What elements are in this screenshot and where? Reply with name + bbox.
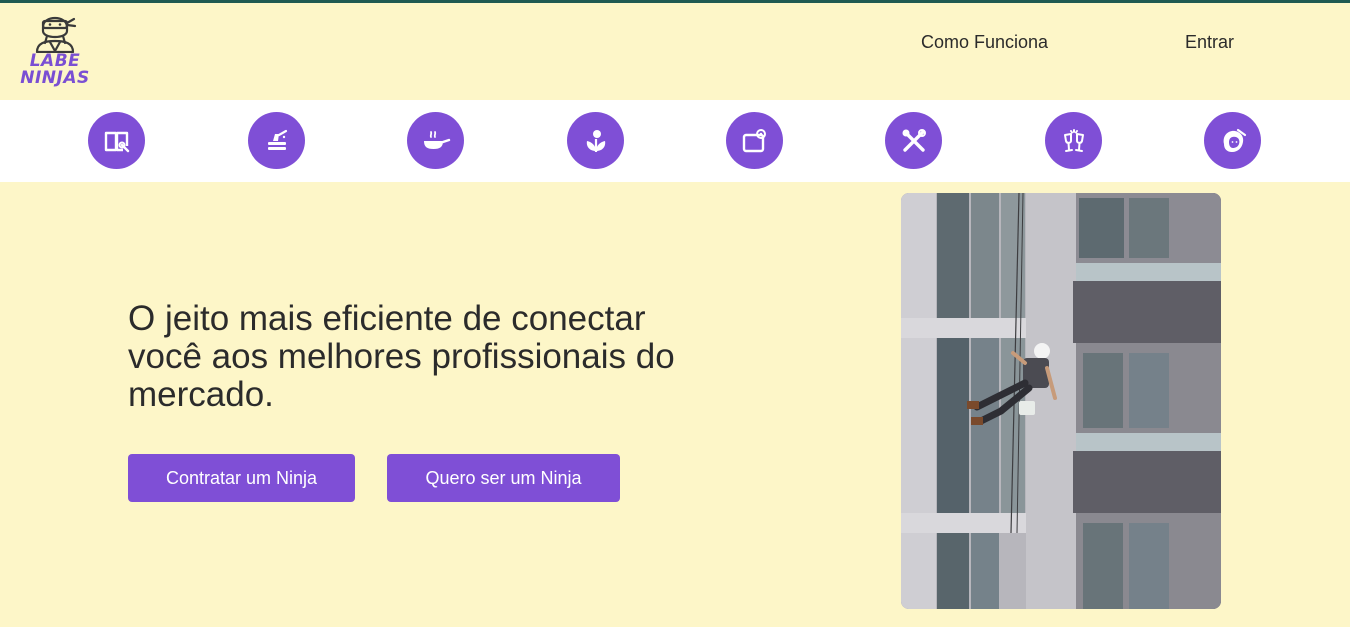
hero-title: O jeito mais eficiente de conectar você … bbox=[128, 299, 675, 414]
category-party-button[interactable] bbox=[1045, 112, 1102, 169]
tools-icon bbox=[902, 128, 926, 152]
hero-photo-window-cleaner bbox=[901, 193, 1221, 609]
category-bar bbox=[0, 100, 1350, 182]
party-toast-icon bbox=[1063, 128, 1084, 152]
contratar-ninja-button[interactable]: Contratar um Ninja bbox=[128, 454, 355, 502]
laundry-icon bbox=[742, 128, 766, 152]
nav-entrar-link[interactable]: Entrar bbox=[1185, 32, 1234, 53]
category-tools-button[interactable] bbox=[885, 112, 942, 169]
site-header: LABE NINJAS Como Funciona Entrar bbox=[0, 3, 1350, 100]
logo-text: LABE NINJAS bbox=[15, 53, 95, 87]
category-cleaning-button[interactable] bbox=[248, 112, 305, 169]
logo[interactable]: LABE NINJAS bbox=[15, 7, 95, 95]
category-book-button[interactable] bbox=[88, 112, 145, 169]
logo-line-2: NINJAS bbox=[20, 68, 90, 88]
nav-como-funciona-link[interactable]: Como Funciona bbox=[921, 32, 1048, 53]
category-cooking-button[interactable] bbox=[407, 112, 464, 169]
beauty-hair-icon bbox=[1223, 128, 1246, 152]
category-gardening-button[interactable] bbox=[567, 112, 624, 169]
quero-ser-ninja-button[interactable]: Quero ser um Ninja bbox=[387, 454, 620, 502]
book-icon bbox=[104, 131, 129, 152]
cleaning-icon bbox=[267, 129, 287, 150]
category-laundry-button[interactable] bbox=[726, 112, 783, 169]
building-photo-illustration bbox=[901, 193, 1221, 609]
gardening-icon bbox=[586, 129, 605, 152]
category-beauty-button[interactable] bbox=[1204, 112, 1261, 169]
cooking-pan-icon bbox=[423, 130, 450, 149]
ninja-icon bbox=[35, 16, 77, 53]
